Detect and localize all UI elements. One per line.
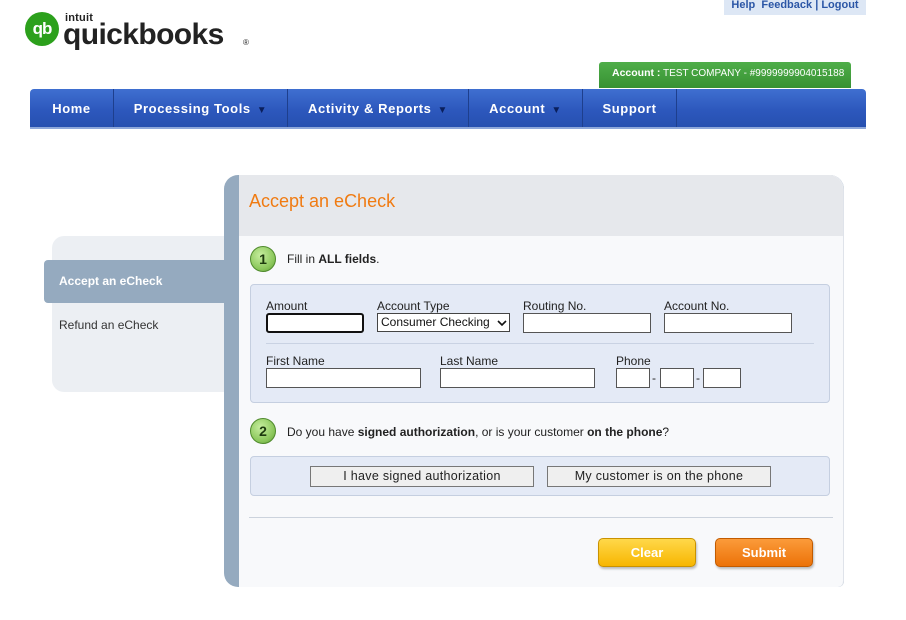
step-1-badge: 1 [250, 246, 276, 272]
nav-activity-reports-label: Activity & Reports [308, 100, 432, 116]
account-no-input[interactable] [664, 313, 792, 333]
logo-wordmark: quickbooks [63, 18, 224, 51]
nav-support-label: Support [602, 100, 657, 116]
payment-fields-box: Amount Account Type Consumer Checking Ro… [250, 284, 830, 403]
nav-home-label: Home [52, 100, 91, 116]
account-no-label: Account No. [664, 299, 730, 313]
phone-line-input[interactable] [703, 368, 741, 388]
echeck-panel: Accept an eCheck 1 Fill in ALL fields. A… [224, 175, 844, 587]
nav-support[interactable]: Support [583, 89, 677, 127]
main-nav: Home Processing Tools ▼ Activity & Repor… [30, 89, 866, 129]
account-type-label: Account Type [377, 299, 450, 313]
account-label: Account : [612, 67, 661, 79]
top-links: Help Feedback | Logout [724, 0, 866, 15]
step-2-end: ? [662, 425, 670, 439]
phone-prefix-input[interactable] [660, 368, 694, 388]
phone-area-input[interactable] [616, 368, 650, 388]
step-1-instruction: Fill in ALL fields. [287, 252, 379, 266]
amount-input[interactable] [266, 313, 364, 333]
nav-account-label: Account [489, 100, 546, 116]
qb-logo-icon: qb [25, 12, 59, 46]
caret-down-icon: ▼ [551, 104, 562, 116]
account-bar: Account : TEST COMPANY - #99999999040151… [599, 62, 851, 88]
nav-home[interactable]: Home [30, 89, 114, 127]
first-name-input[interactable] [266, 368, 421, 388]
customer-on-phone-button[interactable]: My customer is on the phone [547, 466, 771, 487]
step-2-bold: on the phone [587, 425, 663, 439]
routing-label: Routing No. [523, 299, 587, 313]
first-name-label: First Name [266, 354, 325, 368]
step-1-text: Fill in [287, 252, 319, 266]
routing-input[interactable] [523, 313, 651, 333]
nav-activity-reports[interactable]: Activity & Reports ▼ [288, 89, 469, 127]
phone-dash: - [652, 371, 656, 385]
step-2-text: Do you have [287, 425, 358, 439]
signed-authorization-button[interactable]: I have signed authorization [310, 466, 534, 487]
clear-button[interactable]: Clear [598, 538, 696, 567]
step-2-bold: signed authorization [357, 425, 476, 439]
page-title: Accept an eCheck [249, 191, 396, 211]
feedback-link[interactable]: Feedback [761, 0, 812, 11]
caret-down-icon: ▼ [256, 104, 268, 116]
amount-label: Amount [266, 299, 308, 313]
step-2-question: Do you have signed authorization, or is … [287, 425, 669, 439]
actions-divider [249, 517, 833, 518]
last-name-input[interactable] [440, 368, 595, 388]
step-1-end: . [376, 252, 380, 266]
logout-link[interactable]: Logout [821, 0, 858, 11]
step-2-badge: 2 [250, 418, 276, 444]
nav-processing-tools-label: Processing Tools [133, 100, 251, 116]
step-2-text: , or is your customer [475, 425, 588, 439]
sidebar-item-refund-echeck[interactable]: Refund an eCheck [59, 318, 158, 332]
last-name-label: Last Name [440, 354, 499, 368]
authorization-box: I have signed authorization My customer … [250, 456, 830, 496]
submit-button[interactable]: Submit [715, 538, 813, 567]
echeck-panel-content: Accept an eCheck 1 Fill in ALL fields. A… [239, 175, 844, 587]
nav-account[interactable]: Account ▼ [469, 89, 583, 127]
account-type-value: Consumer Checking [381, 315, 490, 329]
account-type-select[interactable]: Consumer Checking [377, 313, 510, 332]
phone-dash: - [696, 371, 700, 385]
caret-down-icon: ▼ [437, 104, 448, 116]
link-separator: | [815, 0, 819, 11]
step-1-bold: ALL fields [318, 252, 377, 266]
fields-divider [266, 343, 814, 344]
help-link[interactable]: Help [731, 0, 755, 11]
sidebar-item-accept-echeck[interactable]: Accept an eCheck [44, 260, 228, 303]
registered-mark: ® [243, 38, 249, 47]
phone-label: Phone [616, 354, 651, 368]
chevron-down-icon [497, 320, 507, 327]
nav-processing-tools[interactable]: Processing Tools ▼ [114, 89, 288, 127]
account-value: TEST COMPANY - #9999999904015188 [663, 68, 845, 79]
